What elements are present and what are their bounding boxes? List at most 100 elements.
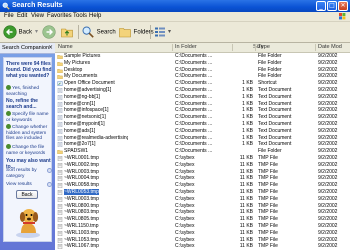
back-button[interactable]: Back [3, 25, 32, 39]
table-row[interactable]: Open Office Document C:\Documents ... 1 KB… [55, 80, 350, 87]
column-divider[interactable] [172, 44, 173, 51]
table-row[interactable]: home@ng-bb[1] C:\Documents ... 1 KB Text Do… [55, 94, 350, 101]
refine-option-hidden-files[interactable]: Change whether hidden and system files a… [6, 124, 52, 142]
table-row[interactable]: ~WRL1067.tmp C:\sybex 11 KB TMP File 9/2/200… [55, 243, 350, 250]
text-doc-icon [57, 101, 63, 107]
results-list-view[interactable]: Name In Folder Size Type Date Mod Sample… [55, 43, 350, 250]
table-row[interactable]: home@cnn[1] C:\Documents ... 1 KB Text Docu… [55, 101, 350, 108]
folders-button[interactable]: Folders [118, 25, 154, 39]
file-date: 9/2/2002 [318, 80, 338, 87]
file-size: 1 KB [242, 141, 253, 148]
file-date: 9/2/2002 [318, 73, 338, 80]
menu-edit[interactable]: Edit [17, 13, 27, 20]
file-size: 11 KB [239, 182, 253, 189]
file-type: Text Document [258, 114, 292, 121]
tmp-file-icon [57, 196, 63, 202]
refine-option-keywords[interactable]: Change the file name or keywords [6, 144, 52, 156]
file-type: File Folder [258, 53, 282, 59]
column-divider[interactable] [315, 44, 316, 51]
back-dropdown[interactable]: ▾ [35, 25, 38, 39]
column-divider[interactable] [255, 44, 256, 51]
table-row[interactable]: home@realmedia-advertising[1] C:\Document… [55, 135, 350, 142]
file-size: 11 KB [239, 243, 253, 250]
table-row[interactable]: ~WRL1150.tmp C:\sybex 11 KB TMP File 9/2/200… [55, 223, 350, 230]
search-button[interactable]: Search [81, 25, 116, 39]
table-row[interactable]: home@infospace[1] C:\Documents ... 1 KB Tex… [55, 107, 350, 114]
file-name: ~WRL1150.tmp [64, 222, 99, 229]
yes-finished-option[interactable]: Yes, finished searching [6, 85, 52, 97]
table-row[interactable]: ~WRL0001.tmp C:\sybex 11 KB TMP File 9/2/200… [55, 155, 350, 162]
file-type: Text Document [258, 86, 292, 93]
column-divider[interactable] [232, 44, 233, 51]
table-row[interactable]: ~WRL0053.tmp C:\sybex 11 KB TMP File 9/2/200… [55, 188, 350, 196]
table-row[interactable]: ~WRL0800.tmp C:\sybex 11 KB TMP File 9/2/200… [55, 203, 350, 210]
file-size: 11 KB [239, 161, 253, 168]
table-row[interactable]: Desktop C:\Documents ... File Folder 9/2/20… [55, 67, 350, 74]
menu-file[interactable]: File [4, 13, 14, 20]
table-row[interactable]: ~WRL1053.tmp C:\sybex 11 KB TMP File 9/2/200… [55, 237, 350, 244]
file-folder: C:\sybex [175, 222, 195, 229]
file-date: 9/2/2002 [318, 202, 338, 209]
column-date[interactable]: Date Mod [318, 44, 342, 51]
file-name: My Pictures [64, 59, 91, 66]
column-folder[interactable]: In Folder [175, 44, 197, 51]
forward-button[interactable] [42, 25, 56, 39]
file-name: home@advertising[1] [64, 86, 112, 93]
search-companion-pane: Search Companion × There were 94 files f… [0, 43, 55, 250]
folder-icon [57, 75, 63, 80]
table-row[interactable]: ~WRL0803.tmp C:\sybex 11 KB TMP File 9/2/200… [55, 209, 350, 216]
refine-option-filename[interactable]: Specify file name or keywords [6, 111, 52, 123]
sidebar-back-button[interactable]: Back [16, 190, 38, 199]
table-row[interactable]: home@advertising[1] C:\Documents ... 1 KB T… [55, 87, 350, 94]
minimize-button[interactable]: _ [316, 1, 326, 11]
table-row[interactable]: ~WRL0004.tmp C:\sybex 11 KB TMP File 9/2/200… [55, 175, 350, 182]
tmp-file-icon [57, 176, 63, 182]
title-bar[interactable]: Search Results _ □ ✕ [0, 0, 350, 12]
file-folder: C:\sybex [175, 229, 195, 236]
file-size: 11 KB [239, 222, 253, 229]
text-doc-icon [57, 135, 63, 141]
file-type: File Folder [258, 59, 282, 66]
table-row[interactable]: ~WRL0002.tmp C:\sybex 11 KB TMP File 9/2/200… [55, 162, 350, 169]
view-results-option[interactable]: View results [6, 182, 52, 188]
table-row[interactable]: ~WRL0003.tmp C:\sybex 11 KB TMP File 9/2/200… [55, 169, 350, 176]
file-type: File Folder [258, 148, 282, 155]
sort-results-option[interactable]: Sort results by category [6, 168, 52, 179]
menu-favorites[interactable]: Favorites [47, 13, 72, 20]
tmp-file-icon [57, 224, 63, 229]
file-name: ~WRL1067.tmp [64, 243, 99, 250]
table-row[interactable]: ~WRL0003.tmp C:\sybex 11 KB TMP File 9/2/200… [55, 196, 350, 203]
file-folder: C:\Documents ... [175, 141, 213, 148]
table-row[interactable]: My Documents C:\Documents ... File Folder 9… [55, 73, 350, 80]
file-type: Text Document [258, 120, 292, 127]
maximize-button[interactable]: □ [327, 1, 337, 11]
table-row[interactable]: ~WRL0805.tmp C:\sybex 11 KB TMP File 9/2/200… [55, 216, 350, 223]
views-button[interactable] [153, 25, 167, 39]
table-row[interactable]: SPADSW1 C:\Documents ... File Folder 9/2/20… [55, 148, 350, 155]
file-date: 9/2/2002 [318, 120, 338, 127]
file-date: 9/2/2002 [318, 127, 338, 134]
file-type: TMP File [258, 188, 278, 195]
table-row[interactable]: home@netsonic[1] C:\Documents ... 1 KB Text… [55, 114, 350, 121]
table-row[interactable]: home@mypoint[1] C:\Documents ... 1 KB Text … [55, 121, 350, 128]
menu-help[interactable]: Help [89, 13, 101, 20]
close-pane-icon[interactable]: × [48, 44, 53, 51]
table-row[interactable]: My Pictures C:\Documents ... File Folder 9/… [55, 60, 350, 67]
file-size: 1 KB [242, 107, 253, 114]
search-window-icon [2, 2, 10, 10]
table-row[interactable]: home@2o7[1] C:\Documents ... 1 KB Text Docu… [55, 141, 350, 148]
table-row[interactable]: ~WRL0058.tmp C:\sybex 11 KB TMP File 9/2/200… [55, 182, 350, 189]
file-name: SPADSW1 [64, 148, 89, 155]
file-folder: C:\sybex [175, 195, 195, 202]
search-label: Search [96, 29, 116, 36]
up-folder-button[interactable] [60, 25, 74, 39]
views-dropdown[interactable]: ▾ [168, 25, 171, 39]
menu-tools[interactable]: Tools [73, 13, 87, 20]
close-button[interactable]: ✕ [338, 1, 348, 11]
column-name[interactable]: Name [58, 44, 73, 51]
menu-view[interactable]: View [31, 13, 44, 20]
table-row[interactable]: home@ads[1] C:\Documents ... 1 KB Text Docu… [55, 128, 350, 135]
table-row[interactable]: ~WRL1003.tmp C:\sybex 11 KB TMP File 9/2/200… [55, 230, 350, 237]
column-type[interactable]: Type [258, 44, 270, 51]
table-row[interactable]: Sample Pictures C:\Documents ... File Fold… [55, 53, 350, 60]
